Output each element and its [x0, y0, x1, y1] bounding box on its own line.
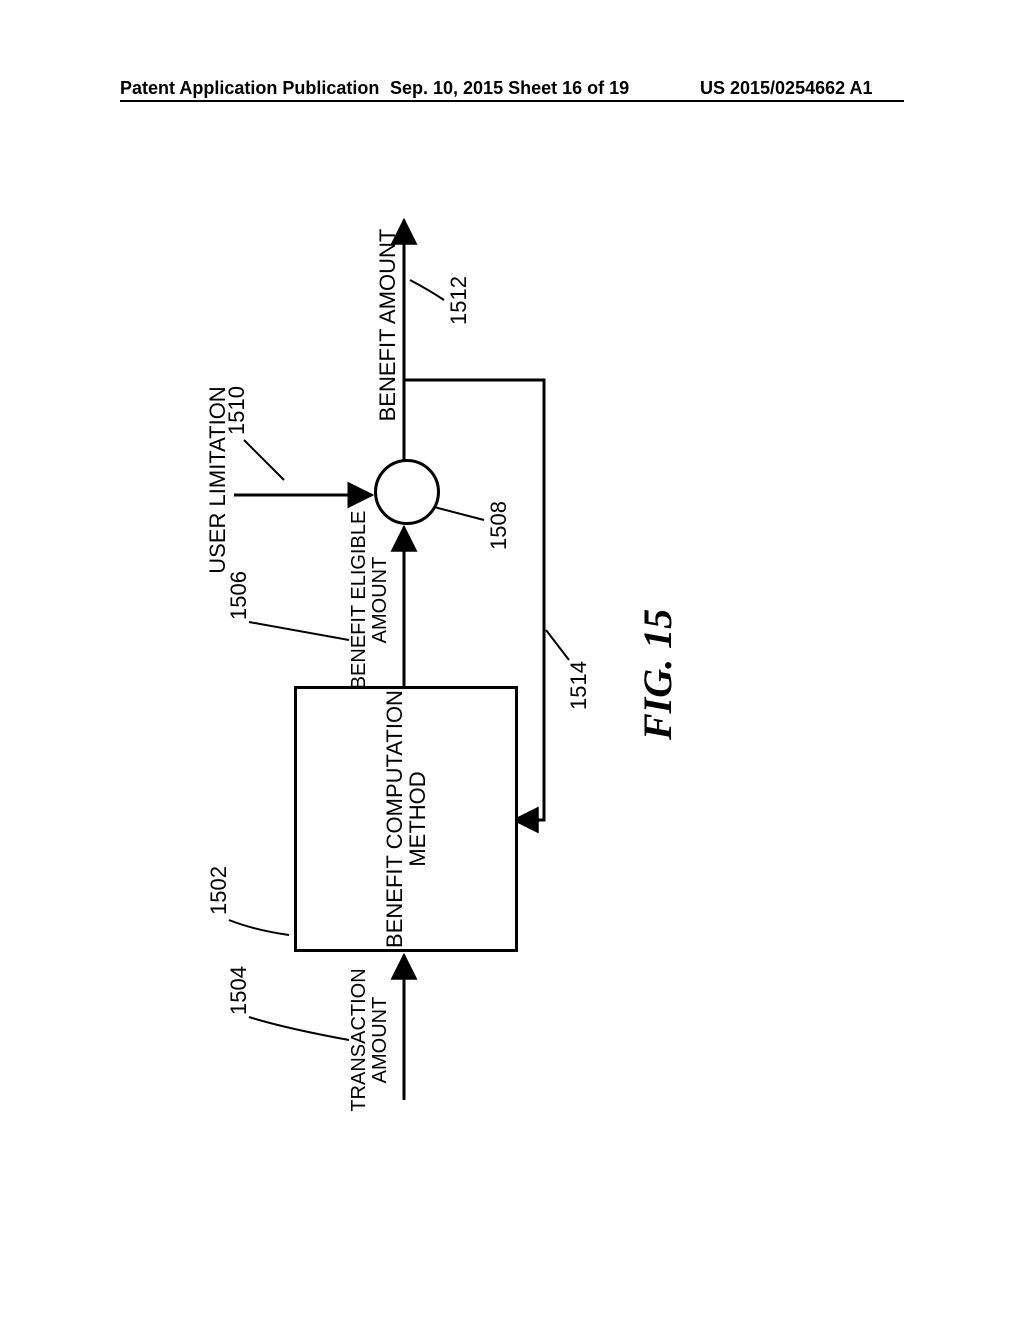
ref-1502: 1502 — [206, 866, 232, 915]
benefit-computation-label: BENEFIT COMPUTATION METHOD — [383, 689, 429, 949]
benefit-computation-box: BENEFIT COMPUTATION METHOD — [294, 686, 518, 952]
ref-1510: 1510 — [224, 386, 250, 435]
transaction-amount-label: TRANSACTION AMOUNT — [349, 960, 391, 1120]
ref-1504: 1504 — [226, 966, 252, 1015]
benefit-eligible-label: BENEFIT ELIGIBLE AMOUNT — [349, 510, 391, 690]
header-left: Patent Application Publication — [120, 78, 379, 99]
diagram-container: BENEFIT COMPUTATION METHOD TRANSACTION A… — [114, 200, 694, 1120]
diagram: BENEFIT COMPUTATION METHOD TRANSACTION A… — [114, 200, 694, 1120]
ref-1512: 1512 — [446, 276, 472, 325]
ref-1506: 1506 — [226, 571, 252, 620]
figure-caption: FIG. 15 — [634, 609, 681, 740]
header-rule — [120, 100, 904, 102]
ref-1514: 1514 — [566, 661, 592, 710]
page: Patent Application Publication Sep. 10, … — [0, 0, 1024, 1320]
ref-1508: 1508 — [486, 501, 512, 550]
header-center: Sep. 10, 2015 Sheet 16 of 19 — [390, 78, 629, 99]
diagram-wires — [114, 200, 694, 1120]
benefit-amount-label: BENEFIT AMOUNT — [376, 220, 399, 430]
header-right: US 2015/0254662 A1 — [700, 78, 872, 99]
